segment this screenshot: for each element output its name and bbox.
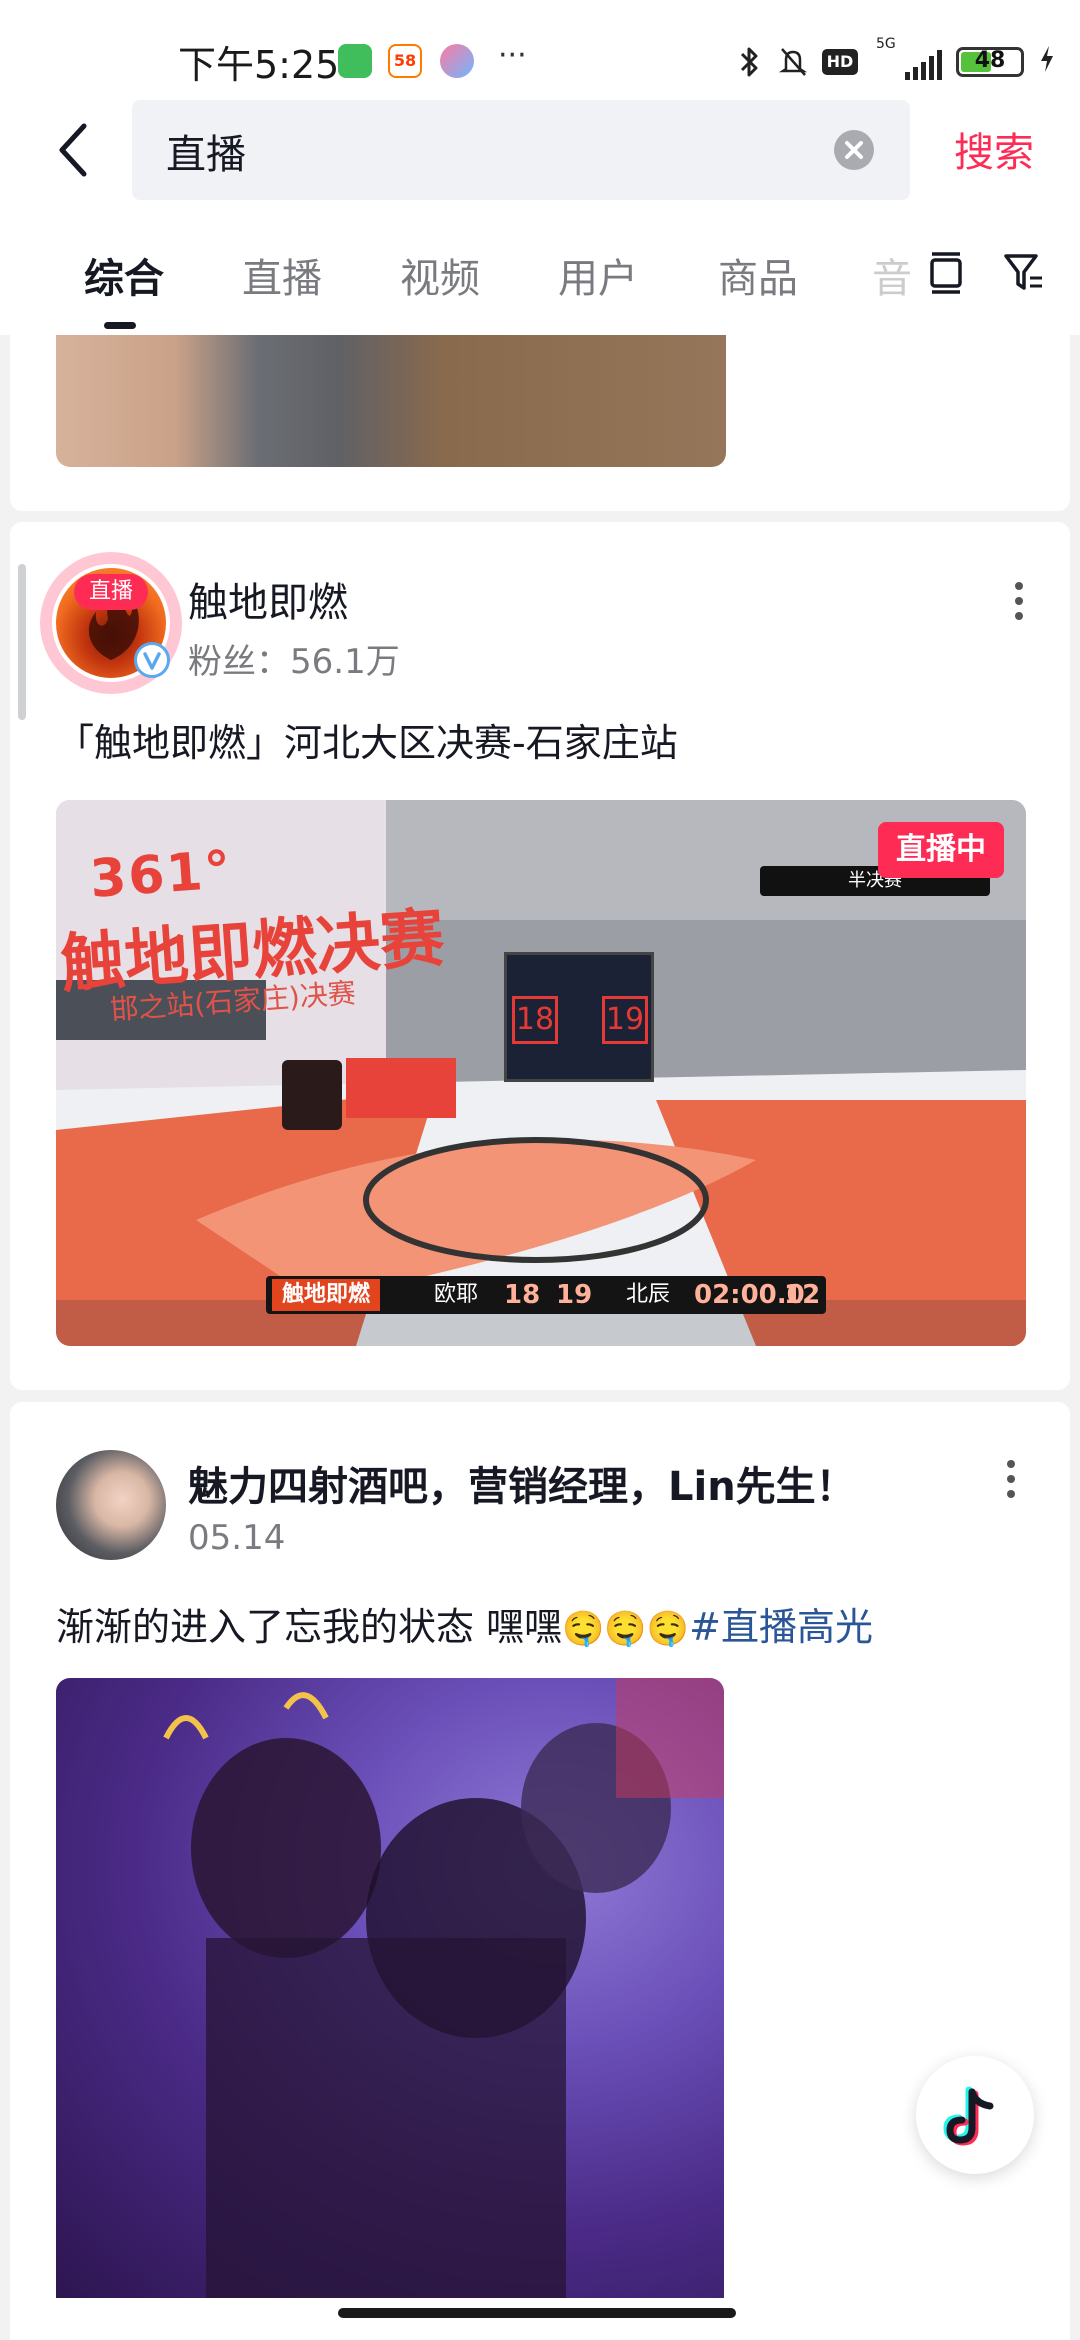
more-notifications-icon: ··· [498, 38, 527, 73]
search-input[interactable]: 直播 [166, 122, 246, 180]
douyin-floating-button[interactable] [916, 2056, 1034, 2174]
battery-level: 48 [974, 48, 1006, 73]
away-team: 北辰 [626, 1282, 671, 1307]
more-icon[interactable] [1006, 1456, 1016, 1502]
live-now-tag: 直播中 [878, 822, 1004, 878]
account-name[interactable]: 触地即燃 [188, 570, 348, 628]
back-icon[interactable] [52, 118, 100, 182]
status-time: 下午5:25 [178, 43, 340, 87]
home-score: 18 [504, 1280, 541, 1310]
scroll-indicator [18, 564, 26, 720]
filter-icon[interactable] [1002, 250, 1044, 294]
mute-bell-icon [778, 45, 808, 79]
avatar-live-badge: 直播 [74, 574, 148, 610]
app-58-notification-icon: 58 [388, 44, 422, 78]
hashtag-link[interactable]: #直播高光 [689, 1605, 873, 1649]
arena-home-score: 18 [512, 996, 558, 1044]
cellular-signal-icon: 5G [872, 36, 942, 80]
previous-result-image[interactable] [56, 335, 726, 467]
bar-scene [163, 1678, 724, 2298]
tab-comprehensive[interactable]: 综合 [84, 246, 164, 304]
tab-video[interactable]: 视频 [400, 246, 480, 304]
post-author[interactable]: 魅力四射酒吧，营销经理，Lin先生！ [188, 1454, 856, 1512]
gesture-nav-bar[interactable] [338, 2308, 736, 2318]
away-score: 19 [556, 1280, 593, 1310]
active-tab-indicator [104, 322, 136, 329]
verified-icon [134, 642, 170, 678]
fans-count: 粉丝：56.1万 [188, 642, 400, 682]
cloud-notification-icon [440, 44, 474, 78]
author-avatar[interactable] [56, 1450, 166, 1560]
drooling-face-emojis: 🤤🤤🤤 [562, 1609, 690, 1649]
banner-brand: 361° [88, 840, 235, 910]
home-team: 欧耶 [434, 1282, 479, 1307]
layout-icon[interactable] [926, 250, 966, 294]
status-indicators: HD 5G 48 [734, 36, 1056, 81]
clear-icon[interactable] [834, 130, 874, 170]
wechat-notification-icon [338, 44, 372, 78]
hd-volte-icon: HD [822, 49, 858, 75]
live-title[interactable]: 「触地即燃」河北大区决赛-石家庄站 [56, 712, 678, 767]
search-button[interactable]: 搜索 [954, 120, 1034, 178]
charging-icon [1038, 44, 1056, 81]
post-caption: 渐渐的进入了忘我的状态 嘿嘿🤤🤤🤤#直播高光 [56, 1596, 873, 1651]
post-date: 05.14 [188, 1518, 286, 1558]
search-box[interactable] [132, 100, 910, 200]
more-icon[interactable] [1014, 578, 1024, 624]
network-type: 5G [876, 36, 896, 52]
tab-live[interactable]: 直播 [242, 246, 322, 304]
caption-text: 渐渐的进入了忘我的状态 嘿嘿 [56, 1605, 563, 1649]
arena-away-score: 19 [602, 996, 648, 1044]
shot-clock: 12 [784, 1280, 821, 1310]
douyin-icon [943, 2086, 994, 2146]
tab-products[interactable]: 商品 [718, 246, 798, 304]
battery-icon: 48 [956, 47, 1024, 77]
post-video-thumbnail[interactable] [56, 1678, 724, 2298]
bluetooth-icon [734, 45, 764, 79]
event-name: 触地即燃 [272, 1279, 381, 1311]
tab-users[interactable]: 用户 [558, 246, 638, 304]
tab-music-partial[interactable]: 音 [872, 246, 912, 306]
